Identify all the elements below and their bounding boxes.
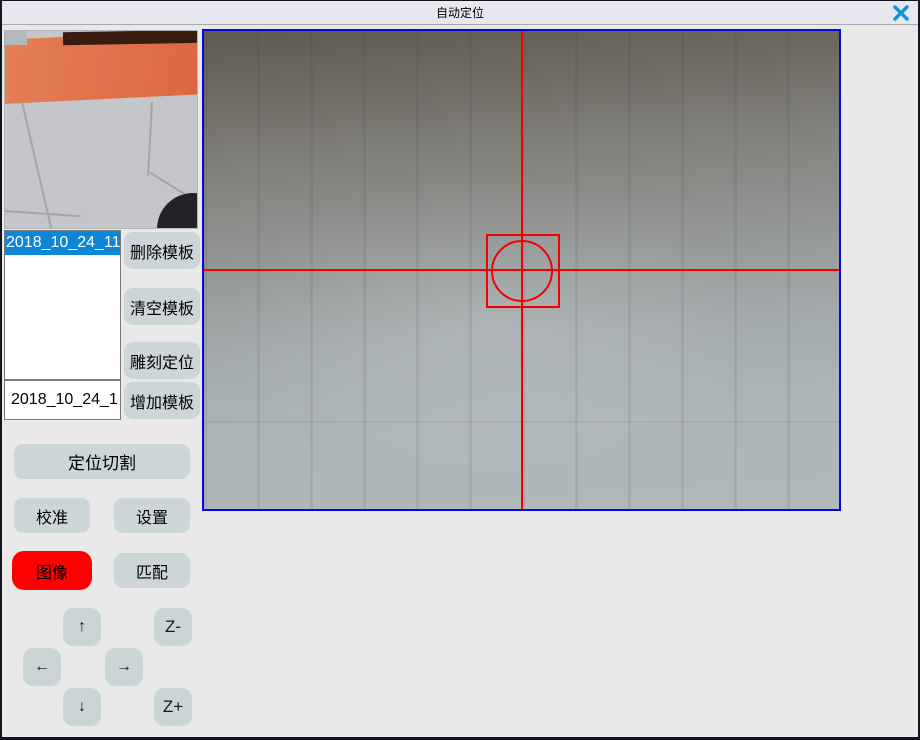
close-icon — [892, 5, 910, 21]
auto-position-dialog: 自动定位 2018_10_24_11 删除模板 清空模板 雕刻定位 增加模板 定… — [0, 0, 920, 740]
template-list-item[interactable]: 2018_10_24_11 — [5, 231, 120, 255]
engrave-position-button[interactable]: 雕刻定位 — [124, 342, 200, 379]
close-button[interactable] — [891, 4, 911, 22]
jog-left-button[interactable]: ← — [23, 648, 61, 686]
thumbnail-tile-line — [21, 102, 53, 229]
thumbnail-tile-line — [147, 102, 153, 176]
settings-button[interactable]: 设置 — [114, 498, 190, 533]
target-circle — [491, 240, 553, 302]
thumbnail-dark-object — [157, 193, 198, 229]
template-list[interactable]: 2018_10_24_11 — [4, 230, 121, 380]
delete-template-button[interactable]: 删除模板 — [124, 232, 200, 269]
thumbnail-tile-line — [5, 210, 81, 217]
calibrate-button[interactable]: 校准 — [14, 498, 90, 533]
match-button[interactable]: 匹配 — [114, 553, 190, 588]
camera-view[interactable] — [202, 29, 841, 511]
position-cut-button[interactable]: 定位切割 — [14, 444, 190, 479]
thumbnail-gray-block — [5, 31, 27, 45]
template-preview-image — [4, 30, 198, 229]
jog-up-button[interactable]: ↑ — [63, 608, 101, 646]
image-button[interactable]: 图像 — [12, 551, 92, 590]
thumbnail-dark-band — [63, 30, 198, 45]
clear-template-button[interactable]: 清空模板 — [124, 288, 200, 325]
add-template-button[interactable]: 增加模板 — [124, 382, 200, 419]
jog-down-button[interactable]: ↓ — [63, 688, 101, 726]
jog-z-minus-button[interactable]: Z- — [154, 608, 192, 646]
title-bar: 自动定位 — [2, 1, 918, 25]
template-name-input[interactable] — [4, 380, 121, 420]
window-title: 自动定位 — [436, 4, 484, 21]
jog-z-plus-button[interactable]: Z+ — [154, 688, 192, 726]
jog-right-button[interactable]: → — [105, 648, 143, 686]
